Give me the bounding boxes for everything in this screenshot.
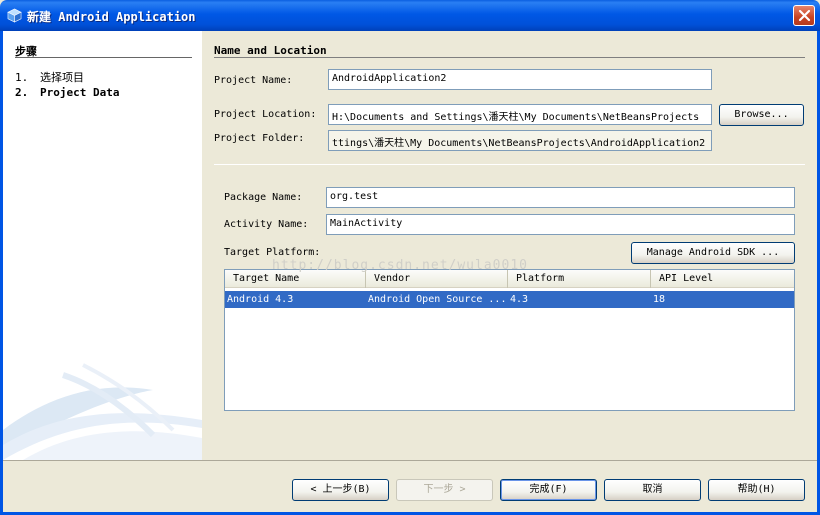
- cancel-button[interactable]: 取消: [604, 479, 701, 501]
- title-bar[interactable]: 新建 Android Application: [0, 0, 820, 31]
- step-item-select-project: 1. 选择项目: [15, 69, 84, 85]
- step-item-project-data: 2. Project Data: [15, 86, 119, 99]
- package-name-field[interactable]: org.test: [326, 187, 795, 208]
- cell-api-level: 18: [653, 294, 666, 305]
- step-number: 1.: [15, 71, 29, 84]
- project-location-label: Project Location:: [214, 109, 317, 120]
- table-row[interactable]: Android 4.3 Android Open Source ... 4.3 …: [225, 291, 794, 308]
- package-name-label: Package Name:: [224, 192, 303, 203]
- step-number: 2.: [15, 86, 29, 99]
- activity-name-field[interactable]: MainActivity: [326, 214, 795, 235]
- project-name-field[interactable]: AndroidApplication2: [328, 69, 712, 90]
- window-title: 新建 Android Application: [27, 10, 196, 24]
- next-button[interactable]: 下一步 >: [396, 479, 493, 501]
- netbeans-cube-icon: [7, 8, 22, 23]
- close-button[interactable]: [793, 5, 815, 26]
- project-folder-field: ttings\潘天柱\My Documents\NetBeansProjects…: [328, 130, 712, 151]
- wizard-decoration-graphic: [3, 363, 202, 460]
- button-bar: < 上一步(B) 下一步 > 完成(F) 取消 帮助(H): [3, 460, 817, 512]
- manage-android-sdk-button[interactable]: Manage Android SDK ...: [631, 242, 795, 264]
- steps-divider: [15, 57, 192, 58]
- target-platform-table[interactable]: Target Name Vendor Platform API Level An…: [224, 269, 795, 411]
- activity-name-label: Activity Name:: [224, 219, 309, 230]
- step-label: Project Data: [40, 86, 120, 99]
- column-header-platform[interactable]: Platform: [508, 270, 651, 288]
- project-name-label: Project Name:: [214, 75, 293, 86]
- project-location-field[interactable]: H:\Documents and Settings\潘天柱\My Documen…: [328, 104, 712, 125]
- separator: [214, 164, 805, 165]
- cell-target-name: Android 4.3: [227, 294, 294, 305]
- help-button[interactable]: 帮助(H): [708, 479, 805, 501]
- column-header-api-level[interactable]: API Level: [651, 270, 794, 288]
- back-button[interactable]: < 上一步(B): [292, 479, 389, 501]
- project-folder-label: Project Folder:: [214, 133, 305, 144]
- content-panel: Name and Location Project Name: AndroidA…: [202, 31, 817, 460]
- finish-button[interactable]: 完成(F): [500, 479, 597, 501]
- browse-button[interactable]: Browse...: [719, 104, 804, 126]
- watermark: http://blog.csdn.net/wula0010: [272, 258, 528, 273]
- section-title: Name and Location: [214, 44, 327, 57]
- cell-platform: 4.3: [510, 294, 529, 305]
- cell-vendor: Android Open Source ...: [368, 294, 507, 305]
- steps-panel: 步骤 1. 选择项目 2. Project Data: [3, 31, 202, 460]
- step-label: 选择项目: [40, 71, 84, 84]
- close-icon: [798, 9, 811, 22]
- section-divider: [214, 57, 805, 58]
- target-platform-label: Target Platform:: [224, 247, 321, 258]
